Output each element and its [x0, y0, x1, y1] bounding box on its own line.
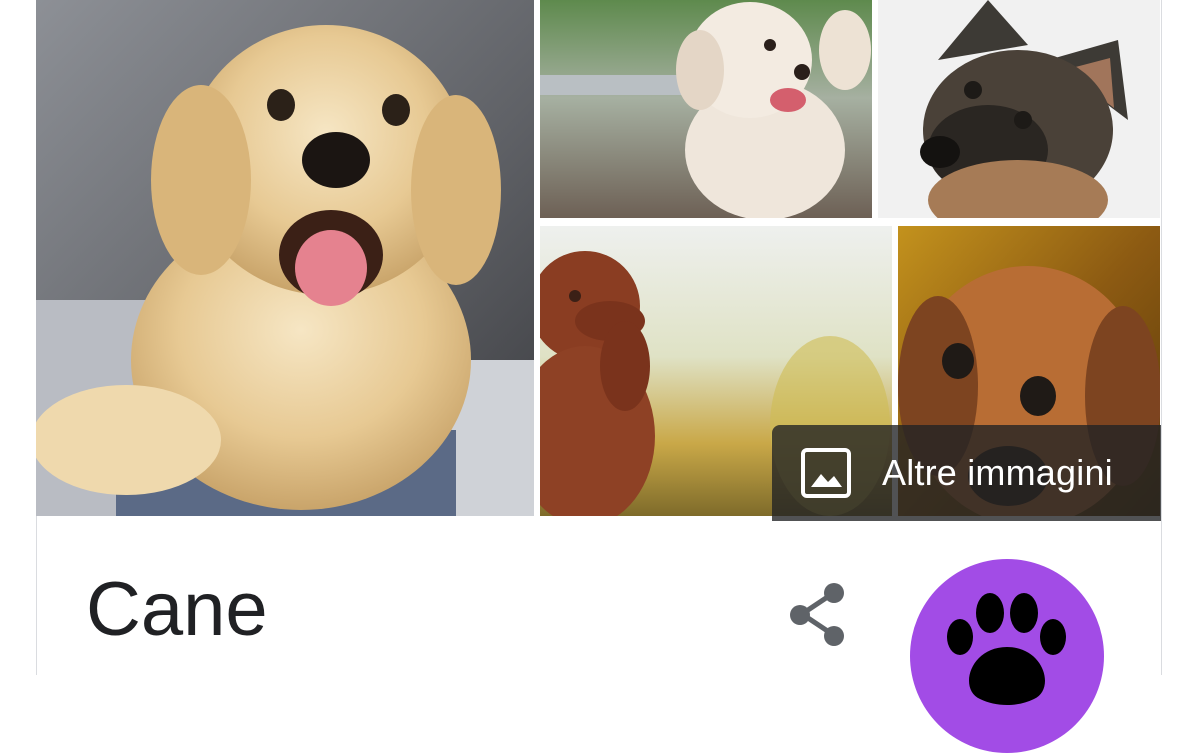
image-icon	[801, 448, 851, 498]
entity-title: Cane	[86, 567, 268, 652]
share-button[interactable]	[786, 580, 852, 650]
golden-retriever-puppy-photo	[36, 0, 534, 516]
poodle-photo	[540, 0, 872, 218]
image-tile-poodle[interactable]	[540, 0, 872, 218]
image-tile-german-shepherd[interactable]	[878, 0, 1160, 218]
paw-logo	[910, 559, 1104, 753]
german-shepherd-photo	[878, 0, 1160, 218]
paw-icon	[947, 593, 1066, 705]
more-images-button[interactable]: Altre immagini	[772, 425, 1161, 521]
more-images-label: Altre immagini	[882, 452, 1113, 493]
share-icon	[790, 583, 844, 646]
image-tile-golden-retriever[interactable]	[36, 0, 534, 516]
